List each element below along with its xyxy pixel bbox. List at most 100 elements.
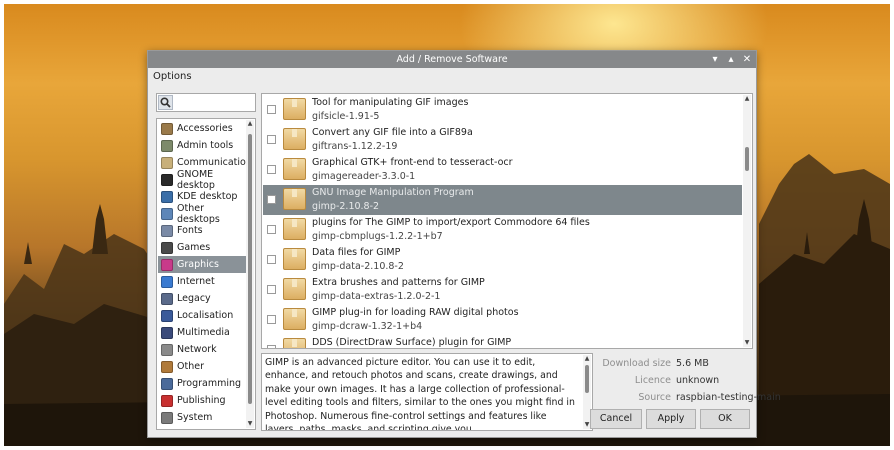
scroll-down-icon[interactable]: ▼ xyxy=(246,420,254,428)
category-label: KDE desktop xyxy=(177,191,238,202)
category-label: Fonts xyxy=(177,225,203,236)
internet-icon: internet-icon xyxy=(161,275,173,288)
source-label: Source xyxy=(638,392,671,403)
category-item[interactable]: communication-icon Communication xyxy=(158,154,252,171)
category-item[interactable]: games-icon Games xyxy=(158,239,246,256)
package-row[interactable]: Convert any GIF file into a GIF89a giftra… xyxy=(263,125,742,155)
category-list[interactable]: system-icon System publishing-icon Publishi… xyxy=(156,118,256,430)
fonts-icon: fonts-icon xyxy=(161,224,173,237)
install-checkbox[interactable] xyxy=(267,255,276,264)
package-row[interactable]: plugins for The GIMP to import/export Co… xyxy=(263,215,742,245)
publishing-icon: publishing-icon xyxy=(161,394,173,407)
install-checkbox[interactable] xyxy=(267,105,276,114)
package-icon xyxy=(283,128,306,150)
package-icon xyxy=(283,278,306,300)
install-checkbox[interactable] xyxy=(267,285,276,294)
category-item[interactable]: system-icon System xyxy=(158,409,246,426)
install-checkbox[interactable] xyxy=(267,345,276,348)
package-row[interactable]: GNU Image Manipulation Program gimp-2.10.… xyxy=(263,185,742,215)
package-version: gimp-cbmplugs-1.2.2-1+b7 xyxy=(312,231,443,242)
kde-icon: kde-icon xyxy=(161,190,173,203)
legacy-icon: legacy-icon xyxy=(161,292,173,305)
package-name: Convert any GIF file into a GIF89a xyxy=(312,127,473,138)
scroll-down-icon[interactable]: ▼ xyxy=(743,339,751,347)
maximize-icon[interactable]: ▴ xyxy=(726,51,736,68)
category-label: Graphics xyxy=(177,259,219,270)
category-item[interactable]: legacy-icon Legacy xyxy=(158,290,246,307)
add-remove-software-dialog: Add / Remove Software ▾ ▴ ✕ Options syst… xyxy=(147,50,781,438)
package-name: Tool for manipulating GIF images xyxy=(312,97,469,108)
search-box[interactable] xyxy=(156,93,256,112)
package-list[interactable]: DDS (DirectDraw Surface) plugin for GIMP… xyxy=(261,93,753,349)
package-row[interactable]: Data files for GIMP gimp-data-2.10.8-2 xyxy=(263,245,742,275)
category-item[interactable]: kde-icon KDE desktop xyxy=(158,188,246,205)
install-checkbox[interactable] xyxy=(267,135,276,144)
package-row[interactable]: Tool for manipulating GIF images gifsicle… xyxy=(263,95,742,125)
package-name: plugins for The GIMP to import/export Co… xyxy=(312,217,590,228)
minimize-icon[interactable]: ▾ xyxy=(710,51,720,68)
package-version: gimagereader-3.3.0-1 xyxy=(312,171,416,182)
package-name: DDS (DirectDraw Surface) plugin for GIMP xyxy=(312,337,512,348)
category-label: Communication xyxy=(177,157,252,168)
close-icon[interactable]: ✕ xyxy=(742,51,752,68)
localisation-icon: localisation-icon xyxy=(161,309,173,322)
scrollbar-thumb[interactable] xyxy=(248,134,252,404)
graphics-icon: graphics-icon xyxy=(161,258,173,271)
category-label: Games xyxy=(177,242,211,253)
category-label: Other desktops xyxy=(177,202,220,225)
category-item[interactable]: accessories-icon Accessories xyxy=(158,120,246,137)
category-item[interactable]: gnome-icon GNOME desktop xyxy=(158,169,246,191)
package-row[interactable]: Extra brushes and patterns for GIMP gimp-… xyxy=(263,275,742,305)
package-name: Extra brushes and patterns for GIMP xyxy=(312,277,485,288)
ok-button[interactable]: OK xyxy=(700,409,750,429)
package-name: GIMP plug-in for loading RAW digital pho… xyxy=(312,307,519,318)
category-item[interactable]: multimedia-icon Multimedia xyxy=(158,324,246,341)
category-item[interactable]: localisation-icon Localisation xyxy=(158,307,246,324)
package-icon xyxy=(283,158,306,180)
package-icon xyxy=(283,188,306,210)
licence-value: unknown xyxy=(676,375,720,386)
category-label: Accessories xyxy=(177,123,233,134)
category-label: System xyxy=(177,412,213,423)
scroll-up-icon[interactable]: ▲ xyxy=(743,95,751,103)
category-item[interactable]: programming-icon Programming xyxy=(158,375,246,392)
package-row[interactable]: DDS (DirectDraw Surface) plugin for GIMP xyxy=(263,335,742,348)
category-item[interactable]: graphics-icon Graphics xyxy=(158,256,246,273)
category-item[interactable]: other-icon Other xyxy=(158,358,246,375)
package-version: gifsicle-1.91-5 xyxy=(312,111,380,122)
search-input[interactable] xyxy=(175,95,253,110)
scrollbar-thumb[interactable] xyxy=(745,147,749,171)
category-item[interactable]: publishing-icon Publishing xyxy=(158,392,246,409)
install-checkbox[interactable] xyxy=(267,315,276,324)
category-item[interactable]: internet-icon Internet xyxy=(158,273,246,290)
package-name: GNU Image Manipulation Program xyxy=(312,187,474,198)
licence-label: Licence xyxy=(634,375,671,386)
accessories-icon: accessories-icon xyxy=(161,122,173,135)
category-item[interactable]: admin-tools-icon Admin tools xyxy=(158,137,246,154)
package-version: gimp-data-extras-1.2.0-2-1 xyxy=(312,291,441,302)
package-icon xyxy=(283,248,306,270)
package-version: gimp-2.10.8-2 xyxy=(312,201,380,212)
category-item[interactable]: desktops-icon Other desktops xyxy=(158,202,246,225)
install-checkbox[interactable] xyxy=(267,195,276,204)
package-scrollbar[interactable]: ▲ ▼ xyxy=(743,95,751,347)
gnome-icon: gnome-icon xyxy=(161,173,173,186)
category-item[interactable]: network-icon Network xyxy=(158,341,246,358)
category-item[interactable]: fonts-icon Fonts xyxy=(158,222,246,239)
package-icon xyxy=(283,98,306,120)
apply-button[interactable]: Apply xyxy=(646,409,696,429)
title-bar[interactable]: Add / Remove Software ▾ ▴ ✕ xyxy=(148,51,756,68)
install-checkbox[interactable] xyxy=(267,225,276,234)
category-scrollbar[interactable]: ▲ ▼ xyxy=(246,120,254,428)
desktops-icon: desktops-icon xyxy=(161,207,173,220)
multimedia-icon: multimedia-icon xyxy=(161,326,173,339)
package-row[interactable]: Graphical GTK+ front-end to tesseract-oc… xyxy=(263,155,742,185)
source-value: raspbian-testing-main xyxy=(676,392,781,403)
search-icon[interactable] xyxy=(158,95,173,110)
cancel-button[interactable]: Cancel xyxy=(590,409,642,429)
options-menu[interactable]: Options xyxy=(153,71,192,82)
install-checkbox[interactable] xyxy=(267,165,276,174)
scroll-up-icon[interactable]: ▲ xyxy=(246,120,254,128)
package-row[interactable]: GIMP plug-in for loading RAW digital pho… xyxy=(263,305,742,335)
package-version: gimp-data-2.10.8-2 xyxy=(312,261,404,272)
